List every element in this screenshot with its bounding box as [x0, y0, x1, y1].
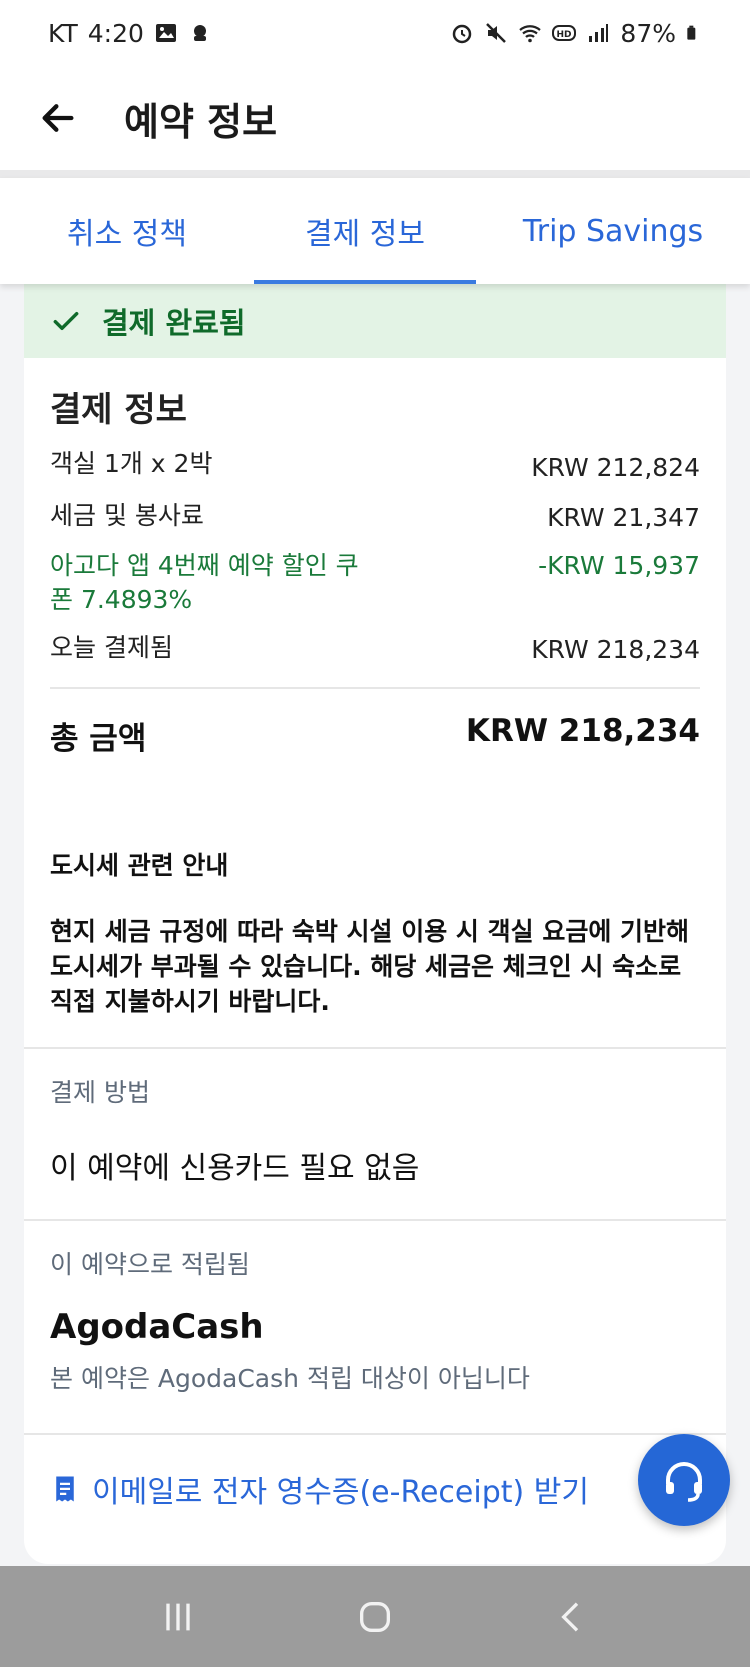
discount-label: 아고다 앱 4번째 예약 할인 쿠폰 7.4893% [50, 551, 359, 614]
back-button[interactable] [30, 90, 86, 146]
header-divider [0, 170, 750, 178]
price-row-value: KRW 21,347 [547, 503, 700, 532]
battery-icon [687, 25, 696, 40]
tab-payment-info[interactable]: 결제 정보 [254, 178, 476, 284]
divider [24, 1219, 726, 1221]
price-row-label: 세금 및 봉사료 [50, 501, 204, 530]
email-receipt-label: 이메일로 전자 영수증(e-Receipt) 받기 [92, 1475, 589, 1510]
recent-apps-icon [166, 1603, 190, 1630]
page-title: 예약 정보 [124, 99, 278, 144]
recent-apps-button[interactable] [138, 1587, 218, 1647]
app-bar: 예약 정보 [0, 66, 750, 170]
headset-icon [666, 1462, 702, 1502]
home-button[interactable] [335, 1587, 415, 1647]
clock-time: 4:20 [87, 18, 144, 48]
discount-value: -KRW 15,937 [538, 551, 700, 580]
agodacash-title: AgodaCash [50, 1307, 264, 1347]
tab-label: 결제 정보 [305, 217, 425, 252]
system-navigation-bar [0, 1566, 750, 1667]
price-row-value: KRW 218,234 [531, 635, 700, 664]
notification-icon [193, 25, 206, 41]
receipt-icon [56, 1476, 74, 1502]
tab-trip-savings[interactable]: Trip Savings [476, 178, 750, 284]
battery-percent: 87% [620, 18, 676, 48]
carrier-label: KT [48, 18, 78, 48]
divider [24, 1047, 726, 1049]
tab-label: Trip Savings [522, 213, 704, 249]
tab-cancellation-policy[interactable]: 취소 정책 [0, 178, 254, 284]
hd-icon: HD [552, 25, 577, 41]
tab-label: 취소 정책 [67, 217, 187, 252]
price-row-value: KRW 212,824 [531, 453, 700, 482]
wifi-icon [519, 25, 542, 43]
divider [50, 687, 700, 689]
payment-method-label: 결제 방법 [50, 1078, 150, 1107]
rewards-label: 이 예약으로 적립됨 [50, 1250, 250, 1279]
mute-icon [486, 23, 507, 43]
payment-card: 결제 완료됨 결제 정보 객실 1개 x 2박 KRW 212,824 세금 및… [24, 284, 726, 1564]
signal-icon [589, 24, 609, 42]
email-receipt-link[interactable]: 이메일로 전자 영수증(e-Receipt) 받기 [50, 1467, 700, 1511]
divider [24, 1433, 726, 1435]
tab-bar: 취소 정책 결제 정보 Trip Savings [0, 178, 750, 284]
price-row: 객실 1개 x 2박 KRW 212,824 [50, 447, 700, 485]
alarm-icon [453, 24, 472, 44]
chevron-left-icon [560, 1601, 578, 1632]
svg-text:HD: HD [557, 30, 572, 40]
price-row-label: 객실 1개 x 2박 [50, 449, 213, 478]
total-row: 총 금액 KRW 218,234 [50, 713, 700, 758]
image-icon [155, 24, 176, 42]
arrow-left-icon [42, 104, 74, 132]
customer-support-button[interactable] [638, 1434, 730, 1526]
agodacash-desc: 본 예약은 AgodaCash 적립 대상이 아닙니다 [50, 1364, 530, 1393]
status-bar: KT 4:20 HD 87% [0, 0, 750, 66]
price-row-label: 오늘 결제됨 [50, 633, 173, 662]
price-row: 세금 및 봉사료 KRW 21,347 [50, 499, 700, 535]
price-row: 오늘 결제됨 KRW 218,234 [50, 631, 700, 667]
total-value: KRW 218,234 [465, 713, 700, 749]
payment-complete-banner: 결제 완료됨 [24, 284, 726, 358]
payment-section-title: 결제 정보 [50, 390, 187, 430]
payment-method-value: 이 예약에 신용카드 필요 없음 [50, 1151, 420, 1186]
city-tax-body: 현지 세금 규정에 따라 숙박 시설 이용 시 객실 요금에 기반해 도시세가 … [50, 917, 690, 1016]
discount-row: 아고다 앱 4번째 예약 할인 쿠폰 7.4893% -KRW 15,937 [50, 549, 700, 617]
system-back-button[interactable] [532, 1587, 612, 1647]
total-label: 총 금액 [50, 721, 147, 757]
home-icon [359, 1601, 390, 1632]
city-tax-title: 도시세 관련 안내 [50, 851, 229, 880]
checkmark-icon [53, 311, 79, 331]
banner-text: 결제 완료됨 [102, 306, 246, 340]
